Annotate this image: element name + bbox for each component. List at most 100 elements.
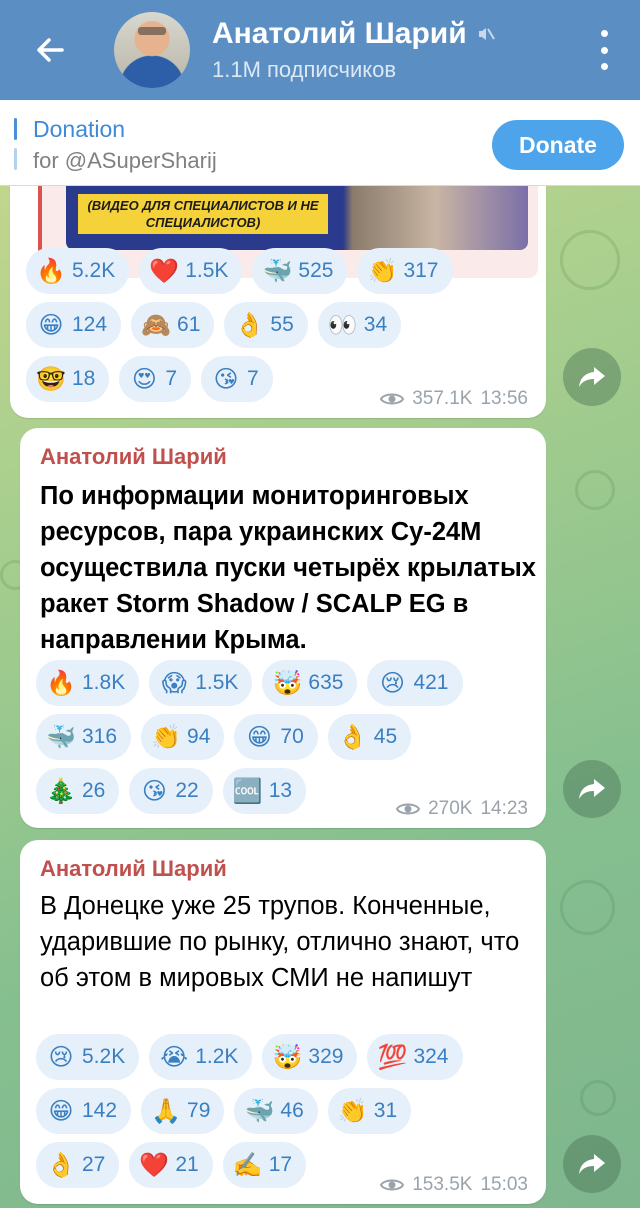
reaction-count: 17 (268, 1153, 293, 1176)
reaction-count: 329 (308, 1045, 344, 1068)
share-button[interactable] (563, 1135, 621, 1193)
arrow-left-icon (37, 38, 64, 62)
reaction-count: 27 (82, 1153, 106, 1176)
reaction-chip[interactable]: 🔥 5.2K (26, 248, 130, 294)
views-eye-icon (396, 803, 421, 815)
reaction-count: 61 (177, 313, 201, 336)
reaction-chip[interactable]: ✍️ 17 (222, 1142, 307, 1188)
channel-title[interactable]: Анатолий Шарий (212, 17, 467, 51)
reaction-count: 45 (373, 725, 398, 748)
reaction-chip[interactable]: 🐳 46 (234, 1088, 318, 1134)
reaction-count: 1.2K (195, 1045, 239, 1068)
reaction-chip[interactable]: 🤓 18 (26, 356, 110, 402)
share-arrow-icon (579, 367, 605, 387)
message-time: 13:56 (480, 388, 528, 409)
reaction-count: 421 (413, 671, 449, 694)
reaction-count: 316 (82, 725, 118, 748)
back-button[interactable] (20, 20, 80, 80)
reaction-chip[interactable]: 👏 94 (141, 714, 225, 760)
reaction-count: 1.5K (195, 671, 239, 694)
reaction-emoji: 🙏 (151, 1097, 181, 1125)
pinned-message[interactable]: Donation for @ASuperSharij Donate (0, 100, 640, 186)
reaction-emoji: 😢 (379, 669, 405, 697)
view-count: 153.5K (412, 1174, 473, 1195)
reaction-emoji: 😱 (161, 669, 187, 697)
reaction-count: 21 (175, 1153, 199, 1176)
reaction-chip[interactable]: 😘 7 (201, 356, 273, 402)
reaction-count: 46 (280, 1099, 304, 1122)
reaction-chip[interactable]: 🎄 26 (36, 768, 120, 814)
reaction-chip[interactable]: 🐳 525 (252, 248, 348, 294)
reaction-emoji: 👏 (367, 257, 398, 285)
sender-name[interactable]: Анатолий Шарий (40, 444, 227, 470)
reaction-count: 31 (373, 1099, 398, 1122)
reaction-emoji: 😁 (246, 723, 272, 751)
video-thumbnail[interactable]: (ВИДЕО ДЛЯ СПЕЦИАЛИСТОВ И НЕ СПЕЦИАЛИСТО… (66, 186, 528, 250)
message-time: 15:03 (480, 1174, 528, 1195)
reaction-chip[interactable]: 😱 1.5K (149, 660, 253, 706)
pin-indicator (14, 118, 17, 170)
muted-speaker-icon (478, 28, 495, 40)
view-count: 270K (428, 798, 473, 819)
message-bubble[interactable]: (ВИДЕО ДЛЯ СПЕЦИАЛИСТОВ И НЕ СПЕЦИАЛИСТО… (10, 150, 546, 418)
reaction-chip[interactable]: 🤯 635 (262, 660, 358, 706)
reaction-emoji: 🔥 (36, 257, 66, 285)
reaction-count: 18 (72, 367, 96, 390)
channel-header: Анатолий Шарий 1.1M подписчиков (0, 0, 640, 100)
message-bubble[interactable]: Анатолий Шарий По информации мониторинго… (20, 428, 546, 828)
reaction-emoji: 😘 (213, 365, 239, 393)
reaction-count: 635 (308, 671, 344, 694)
reaction-chip[interactable]: 💯 324 (367, 1034, 463, 1080)
reaction-chip[interactable]: 😁 70 (234, 714, 318, 760)
reaction-chip[interactable]: 🔥 1.8K (36, 660, 140, 706)
reaction-chip[interactable]: 🙏 79 (141, 1088, 225, 1134)
reaction-chip[interactable]: 😁 142 (36, 1088, 132, 1134)
reaction-chip[interactable]: 👌 45 (327, 714, 412, 760)
reaction-chip[interactable]: 👀 34 (317, 302, 402, 348)
message-time: 14:23 (480, 798, 528, 819)
donate-button[interactable]: Donate (492, 120, 624, 170)
reaction-chip[interactable]: 👏 317 (357, 248, 453, 294)
sender-name[interactable]: Анатолий Шарий (40, 856, 227, 882)
share-button[interactable] (563, 760, 621, 818)
reaction-chip[interactable]: 😢 5.2K (36, 1034, 140, 1080)
reaction-chip[interactable]: 👏 31 (327, 1088, 412, 1134)
reaction-chip[interactable]: 🙈 61 (131, 302, 215, 348)
reaction-chip[interactable]: 🆒 13 (222, 768, 307, 814)
reaction-count: 525 (298, 259, 334, 282)
channel-avatar[interactable] (114, 12, 190, 88)
reaction-chip[interactable]: 😘 22 (129, 768, 213, 814)
reaction-emoji: 😁 (48, 1097, 74, 1125)
reaction-count: 5.2K (72, 259, 116, 282)
reaction-count: 1.5K (185, 259, 229, 282)
reaction-chip[interactable]: 🤯 329 (262, 1034, 358, 1080)
reaction-chip[interactable]: 😢 421 (367, 660, 463, 706)
message-bubble[interactable]: Анатолий Шарий В Донецке уже 25 трупов. … (20, 840, 546, 1204)
reaction-emoji: 😘 (141, 777, 167, 805)
reaction-emoji: ❤️ (139, 1151, 170, 1179)
reaction-count: 13 (268, 779, 293, 802)
reaction-count: 317 (403, 259, 439, 282)
reaction-emoji: 👌 (337, 723, 368, 751)
reaction-chip[interactable]: 😍 7 (119, 356, 192, 402)
message-text: По информации мониторинговых ресурсов, п… (40, 482, 536, 654)
reaction-count: 324 (413, 1045, 449, 1068)
share-button[interactable] (563, 348, 621, 406)
reaction-chip[interactable]: 🐳 316 (36, 714, 132, 760)
reaction-chip[interactable]: 😁 124 (26, 302, 122, 348)
more-vertical-icon[interactable] (592, 30, 616, 70)
reaction-emoji: ❤️ (149, 257, 180, 285)
reaction-emoji: 😭 (160, 1043, 189, 1071)
share-arrow-icon (579, 779, 605, 799)
reaction-chip[interactable]: 😭 1.2K (149, 1034, 253, 1080)
reaction-count: 142 (82, 1099, 118, 1122)
reaction-count: 7 (165, 367, 178, 390)
reaction-count: 124 (72, 313, 108, 336)
reaction-emoji: 🤓 (36, 365, 66, 393)
view-count: 357.1K (412, 388, 473, 409)
reaction-chip[interactable]: ❤️ 1.5K (139, 248, 243, 294)
reaction-chip[interactable]: 👌 27 (36, 1142, 120, 1188)
reaction-chip[interactable]: ❤️ 21 (129, 1142, 213, 1188)
reaction-count: 1.8K (82, 671, 126, 694)
reaction-chip[interactable]: 👌 55 (224, 302, 308, 348)
